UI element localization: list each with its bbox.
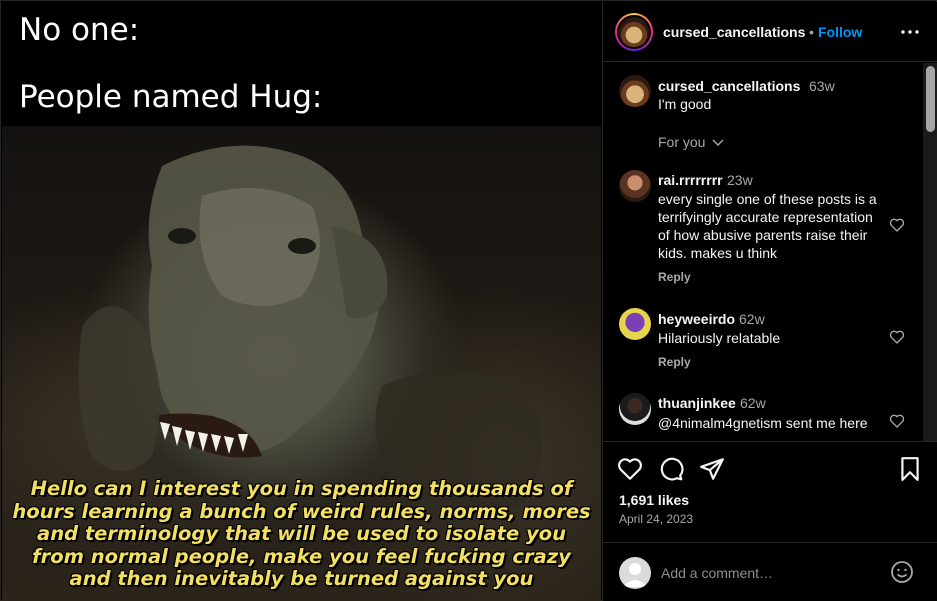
reply-button[interactable]: Reply	[658, 355, 691, 369]
caption-username[interactable]: cursed_cancellations	[658, 78, 800, 94]
emoji-icon[interactable]	[890, 560, 914, 584]
author-avatar[interactable]	[615, 13, 653, 51]
post-actions: 1,691 likes April 24, 2023	[603, 441, 937, 601]
more-horizontal-icon[interactable]	[899, 22, 921, 42]
for-you-dropdown[interactable]: For you	[658, 134, 724, 150]
instagram-post-window: No one: People named Hug: Hello can I in…	[0, 0, 937, 601]
author-username[interactable]: cursed_cancellations	[663, 24, 805, 40]
post-image[interactable]: No one: People named Hug: Hello can I in…	[2, 2, 601, 601]
comments-list[interactable]: cursed_cancellations 63w I'm good For yo…	[603, 63, 923, 441]
separator-dot: •	[809, 24, 814, 40]
meme-line-2: People named Hug:	[19, 79, 323, 115]
heart-icon[interactable]	[617, 456, 643, 482]
bookmark-icon[interactable]	[897, 456, 923, 482]
meme-line-1: No one:	[19, 12, 140, 48]
comments-scrollbar[interactable]	[923, 63, 937, 441]
meme-header: No one: People named Hug:	[2, 2, 601, 126]
like-comment-heart-icon[interactable]	[889, 413, 905, 429]
commenter-avatar[interactable]	[619, 170, 651, 202]
likes-count[interactable]: 1,691 likes	[619, 492, 689, 508]
comment-time: 23w	[727, 172, 753, 188]
comment-username[interactable]: rai.rrrrrrrr	[658, 172, 723, 188]
scrollbar-thumb[interactable]	[926, 66, 935, 132]
comment-username[interactable]: heyweeirdo	[658, 311, 735, 327]
comment-text: Hilariously relatable	[658, 330, 781, 346]
caption-time: 63w	[809, 78, 835, 94]
for-you-label: For you	[658, 134, 706, 150]
comment-time: 62w	[739, 311, 765, 327]
post-sidebar: cursed_cancellations • Follow cursed_can…	[602, 2, 937, 601]
meme-caption: Hello can I interest you in spending tho…	[12, 477, 591, 590]
comment-text: @4nimalm4gnetism sent me here	[658, 415, 868, 431]
post-date: April 24, 2023	[619, 512, 694, 526]
like-comment-heart-icon[interactable]	[889, 217, 905, 233]
add-comment-input[interactable]	[661, 561, 881, 585]
add-comment-row	[603, 542, 937, 601]
comment-icon[interactable]	[658, 456, 684, 482]
share-icon[interactable]	[699, 456, 725, 482]
comment-time: 62w	[740, 395, 766, 411]
chevron-down-icon	[712, 139, 724, 146]
follow-button[interactable]: Follow	[818, 24, 862, 40]
comment-username[interactable]: thuanjinkee	[658, 395, 736, 411]
default-avatar-icon	[623, 563, 647, 587]
current-user-avatar	[619, 557, 651, 589]
commenter-avatar[interactable]	[619, 308, 651, 340]
reply-button[interactable]: Reply	[658, 270, 691, 284]
commenter-avatar[interactable]	[619, 393, 651, 425]
caption-author-avatar[interactable]	[619, 75, 651, 107]
comment-text: every single one of these posts is a ter…	[658, 191, 877, 261]
post-header: cursed_cancellations • Follow	[603, 2, 937, 62]
like-comment-heart-icon[interactable]	[889, 329, 905, 345]
caption-text: I'm good	[658, 96, 712, 112]
creature-photo: Hello can I interest you in spending tho…	[2, 126, 601, 601]
